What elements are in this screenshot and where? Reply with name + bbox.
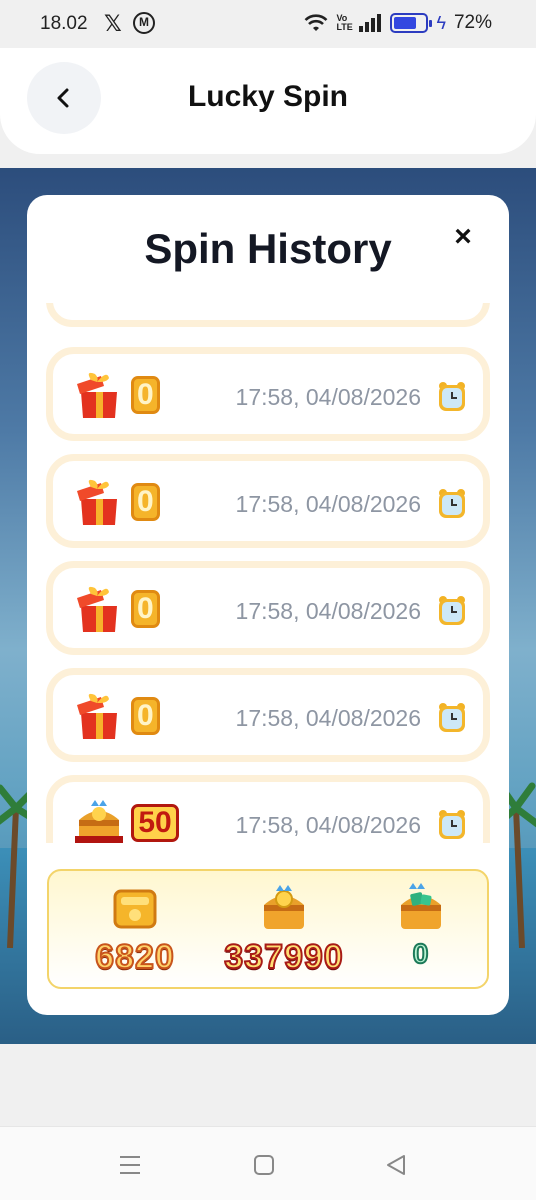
prize-value: 50 [131, 804, 179, 842]
x-app-icon: 𝕏 [104, 11, 122, 36]
square-icon [254, 1155, 274, 1175]
alarm-clock-icon [439, 382, 465, 411]
battery-fill [394, 17, 417, 29]
history-row: 0 17:58, 04/08/2026 [46, 347, 490, 441]
gems-total: 0 [389, 881, 453, 970]
signal-icon [359, 14, 382, 32]
screen: 18.02 𝕏 M Vo LTE ϟ 72% Lucky Spin Spin H… [0, 0, 536, 1200]
status-time: 18.02 [40, 13, 88, 34]
recent-apps-button[interactable] [116, 1151, 144, 1179]
row-timestamp: 17:58, 04/08/2026 [235, 491, 421, 517]
gift-box-icon [77, 693, 117, 739]
history-row-partial [46, 303, 490, 327]
history-row: 0 17:58, 04/08/2026 [46, 668, 490, 762]
alarm-clock-icon [439, 703, 465, 732]
home-button[interactable] [250, 1151, 278, 1179]
totals-bar: 6820 337990 0 [47, 869, 489, 989]
history-list[interactable]: 0 17:58, 04/08/2026 0 17:58, 04/08/2026 … [27, 303, 509, 843]
wifi-icon [305, 14, 328, 31]
header: Lucky Spin [0, 48, 536, 154]
ticket-icon [113, 889, 157, 929]
row-timestamp: 17:58, 04/08/2026 [235, 598, 421, 624]
tickets-value: 6820 [94, 937, 175, 977]
m-app-icon: M [133, 12, 155, 34]
row-timestamp: 17:58, 04/08/2026 [235, 384, 421, 410]
back-nav-button[interactable] [382, 1151, 410, 1179]
prize-value: 0 [131, 590, 160, 628]
menu-lines-icon [120, 1156, 140, 1174]
row-timestamp: 17:58, 04/08/2026 [235, 705, 421, 731]
prize-value: 0 [131, 697, 160, 735]
history-row: 50 17:58, 04/08/2026 [46, 775, 490, 843]
battery-icon [390, 13, 433, 33]
history-row: 0 17:58, 04/08/2026 [46, 454, 490, 548]
spin-history-modal: Spin History × 0 17:58, 04/08/2026 0 17:… [27, 195, 509, 1015]
modal-title: Spin History [144, 225, 392, 272]
triangle-back-icon [387, 1155, 405, 1175]
alarm-clock-icon [439, 810, 465, 839]
charging-icon: ϟ [436, 12, 446, 33]
gift-box-icon [77, 586, 117, 632]
gem-chest-icon [401, 883, 441, 929]
volte-icon: Vo LTE [336, 13, 353, 32]
history-row: 0 17:58, 04/08/2026 [46, 561, 490, 655]
alarm-clock-icon [439, 596, 465, 625]
coin-chest-icon [264, 885, 304, 929]
status-right: Vo LTE ϟ 72% [304, 12, 492, 34]
treasure-chest-icon [75, 800, 123, 843]
gems-value: 0 [412, 937, 430, 970]
status-bar: 18.02 𝕏 M Vo LTE ϟ 72% [0, 0, 536, 48]
battery-percent: 72% [453, 12, 492, 33]
coins-value: 337990 [223, 937, 344, 977]
row-timestamp: 17:58, 04/08/2026 [235, 812, 421, 838]
close-button[interactable]: × [449, 220, 477, 253]
alarm-clock-icon [439, 489, 465, 518]
prize-value: 0 [131, 483, 160, 521]
gift-box-icon [77, 372, 117, 418]
prize-value: 0 [131, 376, 160, 414]
coins-total: 337990 [209, 881, 359, 977]
gift-box-icon [77, 479, 117, 525]
system-nav-bar [0, 1126, 536, 1200]
tickets-total: 6820 [87, 881, 183, 977]
page-title: Lucky Spin [187, 80, 349, 113]
